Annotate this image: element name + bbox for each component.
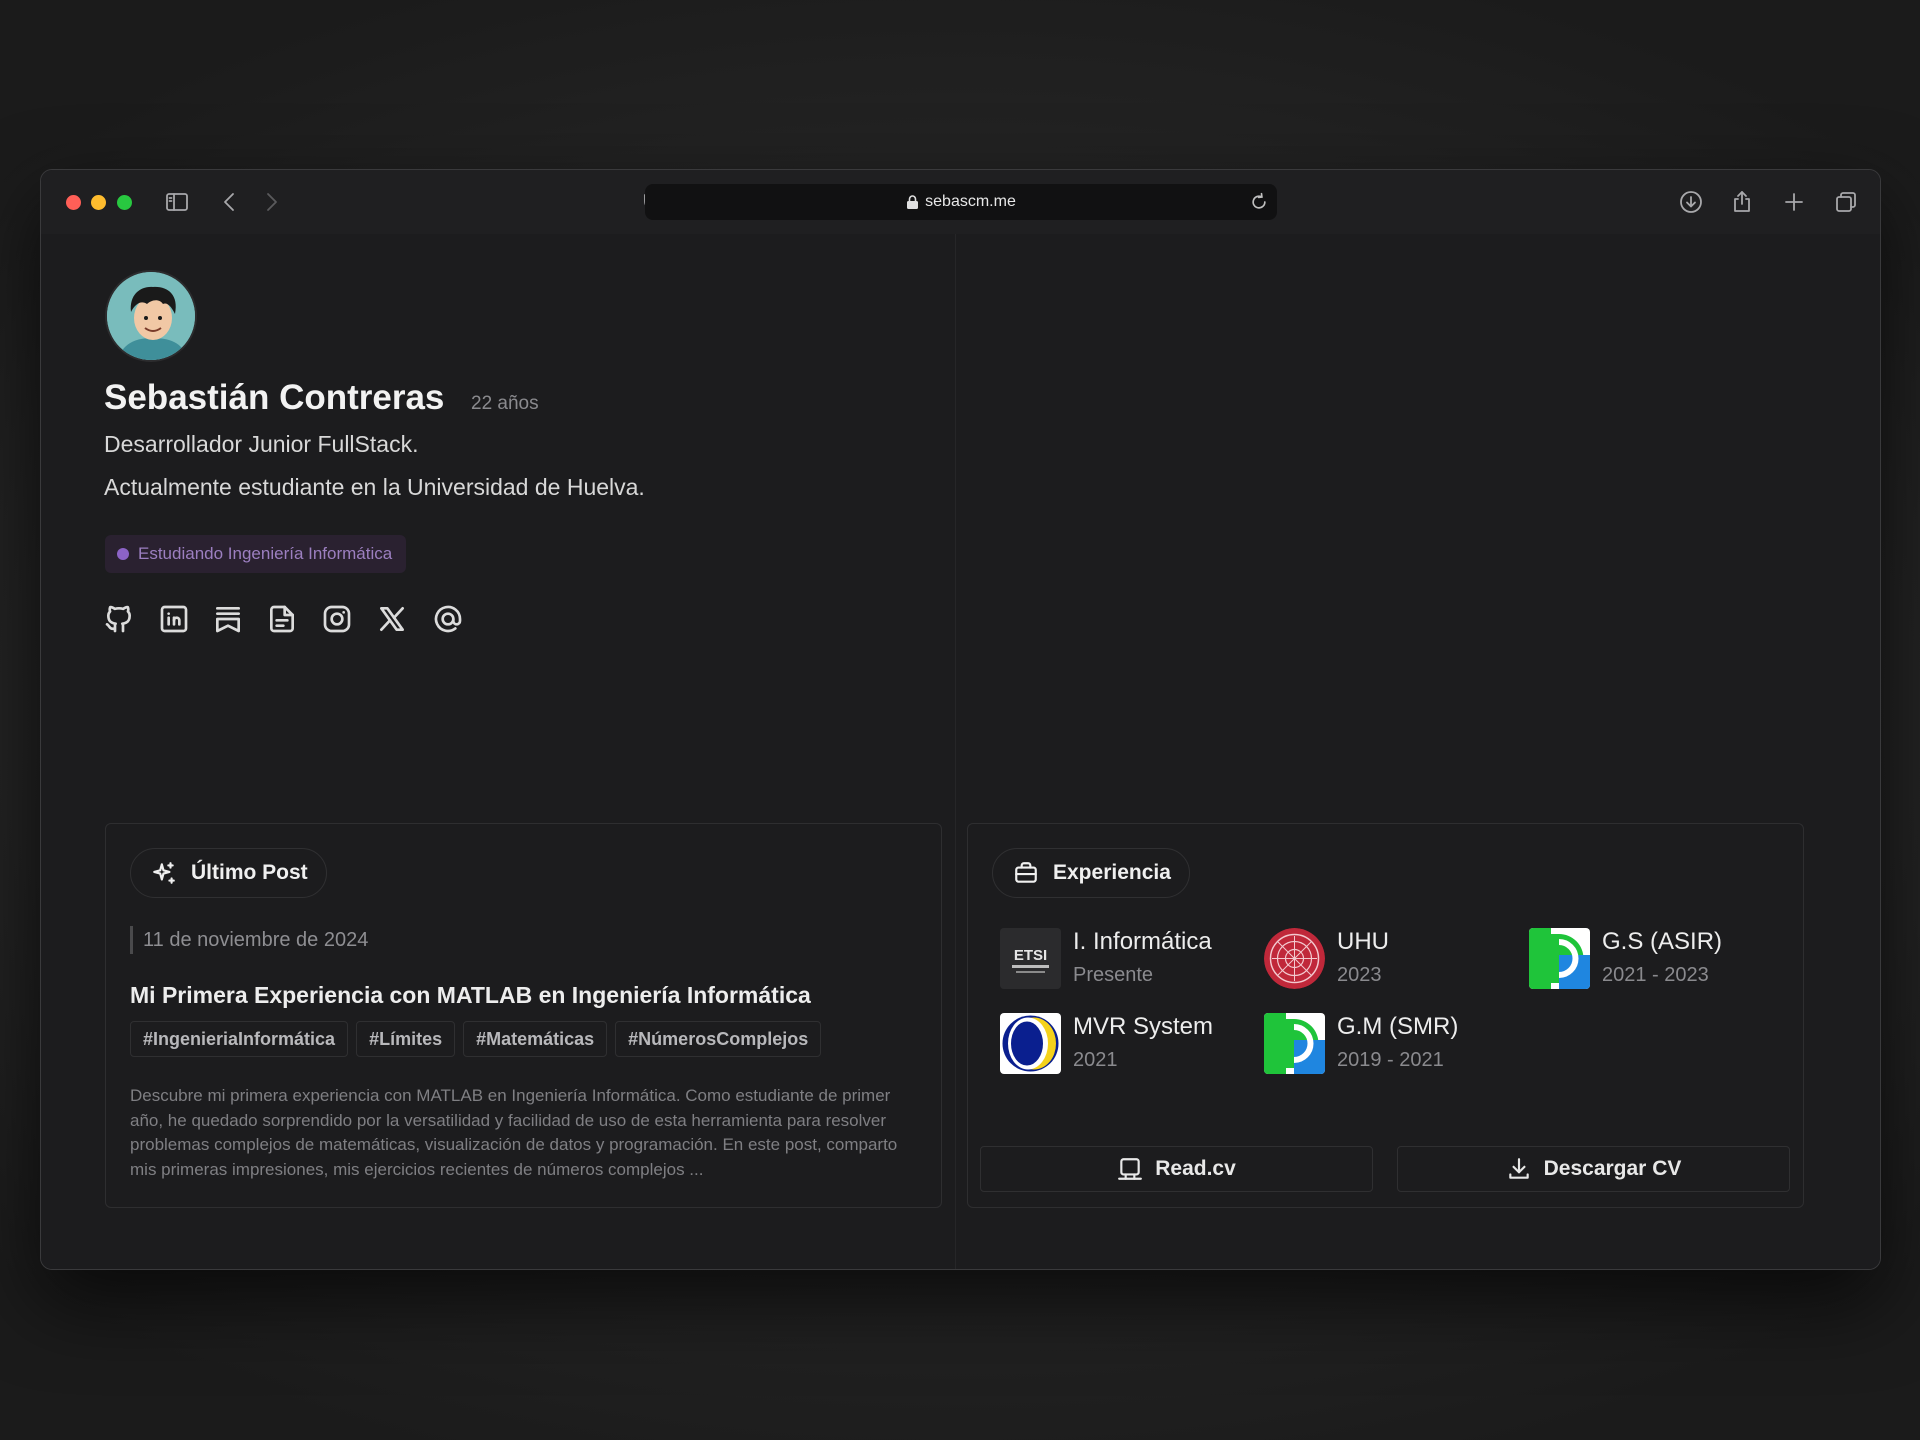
close-window-button[interactable] xyxy=(66,195,81,210)
page-content: Sebastián Contreras 22 años Desarrollado… xyxy=(41,234,1880,1269)
uhu-logo xyxy=(1264,928,1325,989)
mvr-system-logo xyxy=(1000,1013,1061,1074)
x-icon[interactable] xyxy=(376,603,408,635)
status-text: Estudiando Ingeniería Informática xyxy=(138,544,393,563)
at-sign-icon[interactable] xyxy=(432,603,464,635)
school-logo xyxy=(1529,928,1590,989)
etsi-logo: ETSI xyxy=(1000,928,1061,989)
cv-profile-icon xyxy=(1118,1158,1143,1180)
sparkles-icon xyxy=(153,862,175,884)
bookmark-icon[interactable] xyxy=(212,603,244,635)
experience-title: UHU xyxy=(1337,928,1389,955)
share-icon[interactable] xyxy=(1726,186,1758,218)
github-icon[interactable] xyxy=(103,603,135,635)
linkedin-icon[interactable] xyxy=(158,603,190,635)
experience-item[interactable]: G.S (ASIR) 2021 - 2023 xyxy=(1529,928,1779,992)
lock-icon xyxy=(907,195,919,209)
post-tag[interactable]: #Matemáticas xyxy=(463,1021,608,1057)
profile-role: Desarrollador Junior FullStack. xyxy=(104,431,419,457)
back-icon[interactable] xyxy=(214,186,246,218)
status-dot xyxy=(117,548,129,560)
experience-title: MVR System xyxy=(1073,1013,1214,1040)
experience-item[interactable]: MVR System 2021 xyxy=(1000,1013,1250,1077)
address-bar[interactable]: sebascm.me xyxy=(645,184,1277,220)
experience-label: Experiencia xyxy=(1053,861,1171,884)
experience-header: Experiencia xyxy=(992,848,1190,898)
experience-period: 2023 xyxy=(1337,964,1382,986)
post-tag[interactable]: #NúmerosComplejos xyxy=(615,1021,822,1057)
briefcase-icon xyxy=(1015,862,1037,883)
experience-period: 2019 - 2021 xyxy=(1337,1049,1444,1071)
svg-text:ETSI: ETSI xyxy=(1014,947,1047,964)
post-date: 11 de noviembre de 2024 xyxy=(130,926,368,954)
browser-toolbar: sebascm.me xyxy=(41,170,1880,234)
school-logo xyxy=(1264,1013,1325,1074)
experience-period: 2021 - 2023 xyxy=(1602,964,1709,986)
new-tab-icon[interactable] xyxy=(1778,186,1810,218)
avatar-illustration xyxy=(107,272,195,360)
latest-post-header: Último Post xyxy=(130,848,327,898)
download-cv-label: Descargar CV xyxy=(1543,1157,1682,1180)
minimize-window-button[interactable] xyxy=(91,195,106,210)
experience-period: 2021 xyxy=(1073,1049,1118,1071)
post-tag[interactable]: #IngenieriaInformática xyxy=(130,1021,349,1057)
download-icon xyxy=(1508,1158,1529,1179)
status-badge: Estudiando Ingeniería Informática xyxy=(105,535,407,573)
document-icon[interactable] xyxy=(266,603,298,635)
post-tags: #IngenieriaInformática #Límites #Matemát… xyxy=(130,1021,822,1057)
zoom-window-button[interactable] xyxy=(117,195,132,210)
profile-name: Sebastián Contreras xyxy=(104,378,445,417)
browser-window: sebascm.me Sebastián Contreras 22 años D… xyxy=(40,169,1881,1270)
tab-overview-icon[interactable] xyxy=(1830,186,1862,218)
downloads-icon[interactable] xyxy=(1675,186,1707,218)
sidebar-toggle-icon[interactable] xyxy=(161,186,193,218)
experience-item[interactable]: G.M (SMR) 2019 - 2021 xyxy=(1264,1013,1514,1077)
url-text: sebascm.me xyxy=(925,193,1016,210)
post-tag[interactable]: #Límites xyxy=(356,1021,456,1057)
divider-line xyxy=(955,234,956,1269)
experience-card: Experiencia ETSI I. Informática Presente xyxy=(967,823,1804,1208)
read-cv-label: Read.cv xyxy=(1155,1157,1236,1180)
profile-age: 22 años xyxy=(471,393,539,414)
forward-icon[interactable] xyxy=(255,186,287,218)
instagram-icon[interactable] xyxy=(321,603,353,635)
experience-period: Presente xyxy=(1073,964,1154,986)
experience-title: I. Informática xyxy=(1073,928,1212,955)
download-cv-button[interactable]: Descargar CV xyxy=(1397,1146,1790,1192)
experience-item[interactable]: ETSI I. Informática Presente xyxy=(1000,928,1250,992)
experience-title: G.S (ASIR) xyxy=(1602,928,1723,955)
latest-post-card[interactable]: Último Post 11 de noviembre de 2024 Mi P… xyxy=(105,823,942,1208)
profile-bio: Actualmente estudiante en la Universidad… xyxy=(104,474,645,500)
post-description: Descubre mi primera experiencia con MATL… xyxy=(130,1086,898,1179)
reload-icon[interactable] xyxy=(1249,192,1269,212)
read-cv-button[interactable]: Read.cv xyxy=(980,1146,1373,1192)
experience-title: G.M (SMR) xyxy=(1337,1013,1459,1040)
latest-post-label: Último Post xyxy=(191,861,308,884)
post-title[interactable]: Mi Primera Experiencia con MATLAB en Ing… xyxy=(130,982,811,1009)
avatar xyxy=(105,270,197,362)
experience-item[interactable]: UHU 2023 xyxy=(1264,928,1514,992)
